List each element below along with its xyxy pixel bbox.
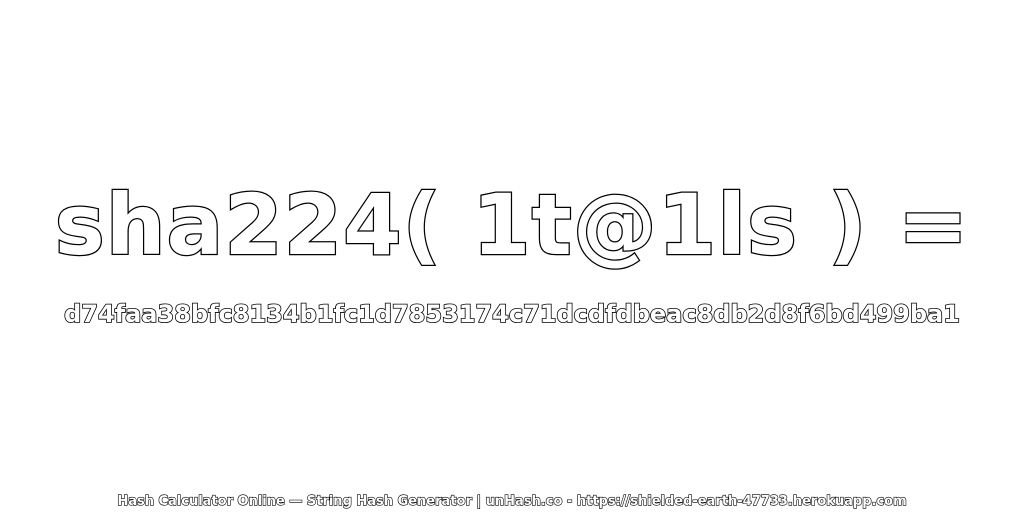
hash-output: d74faa38bfc8134b1fc1d7853174c71dcdfdbeac… [63,299,960,329]
hash-expression: sha224( 1t@1ls ) = [53,175,970,276]
footer-credit: Hash Calculator Online — String Hash Gen… [117,493,908,509]
